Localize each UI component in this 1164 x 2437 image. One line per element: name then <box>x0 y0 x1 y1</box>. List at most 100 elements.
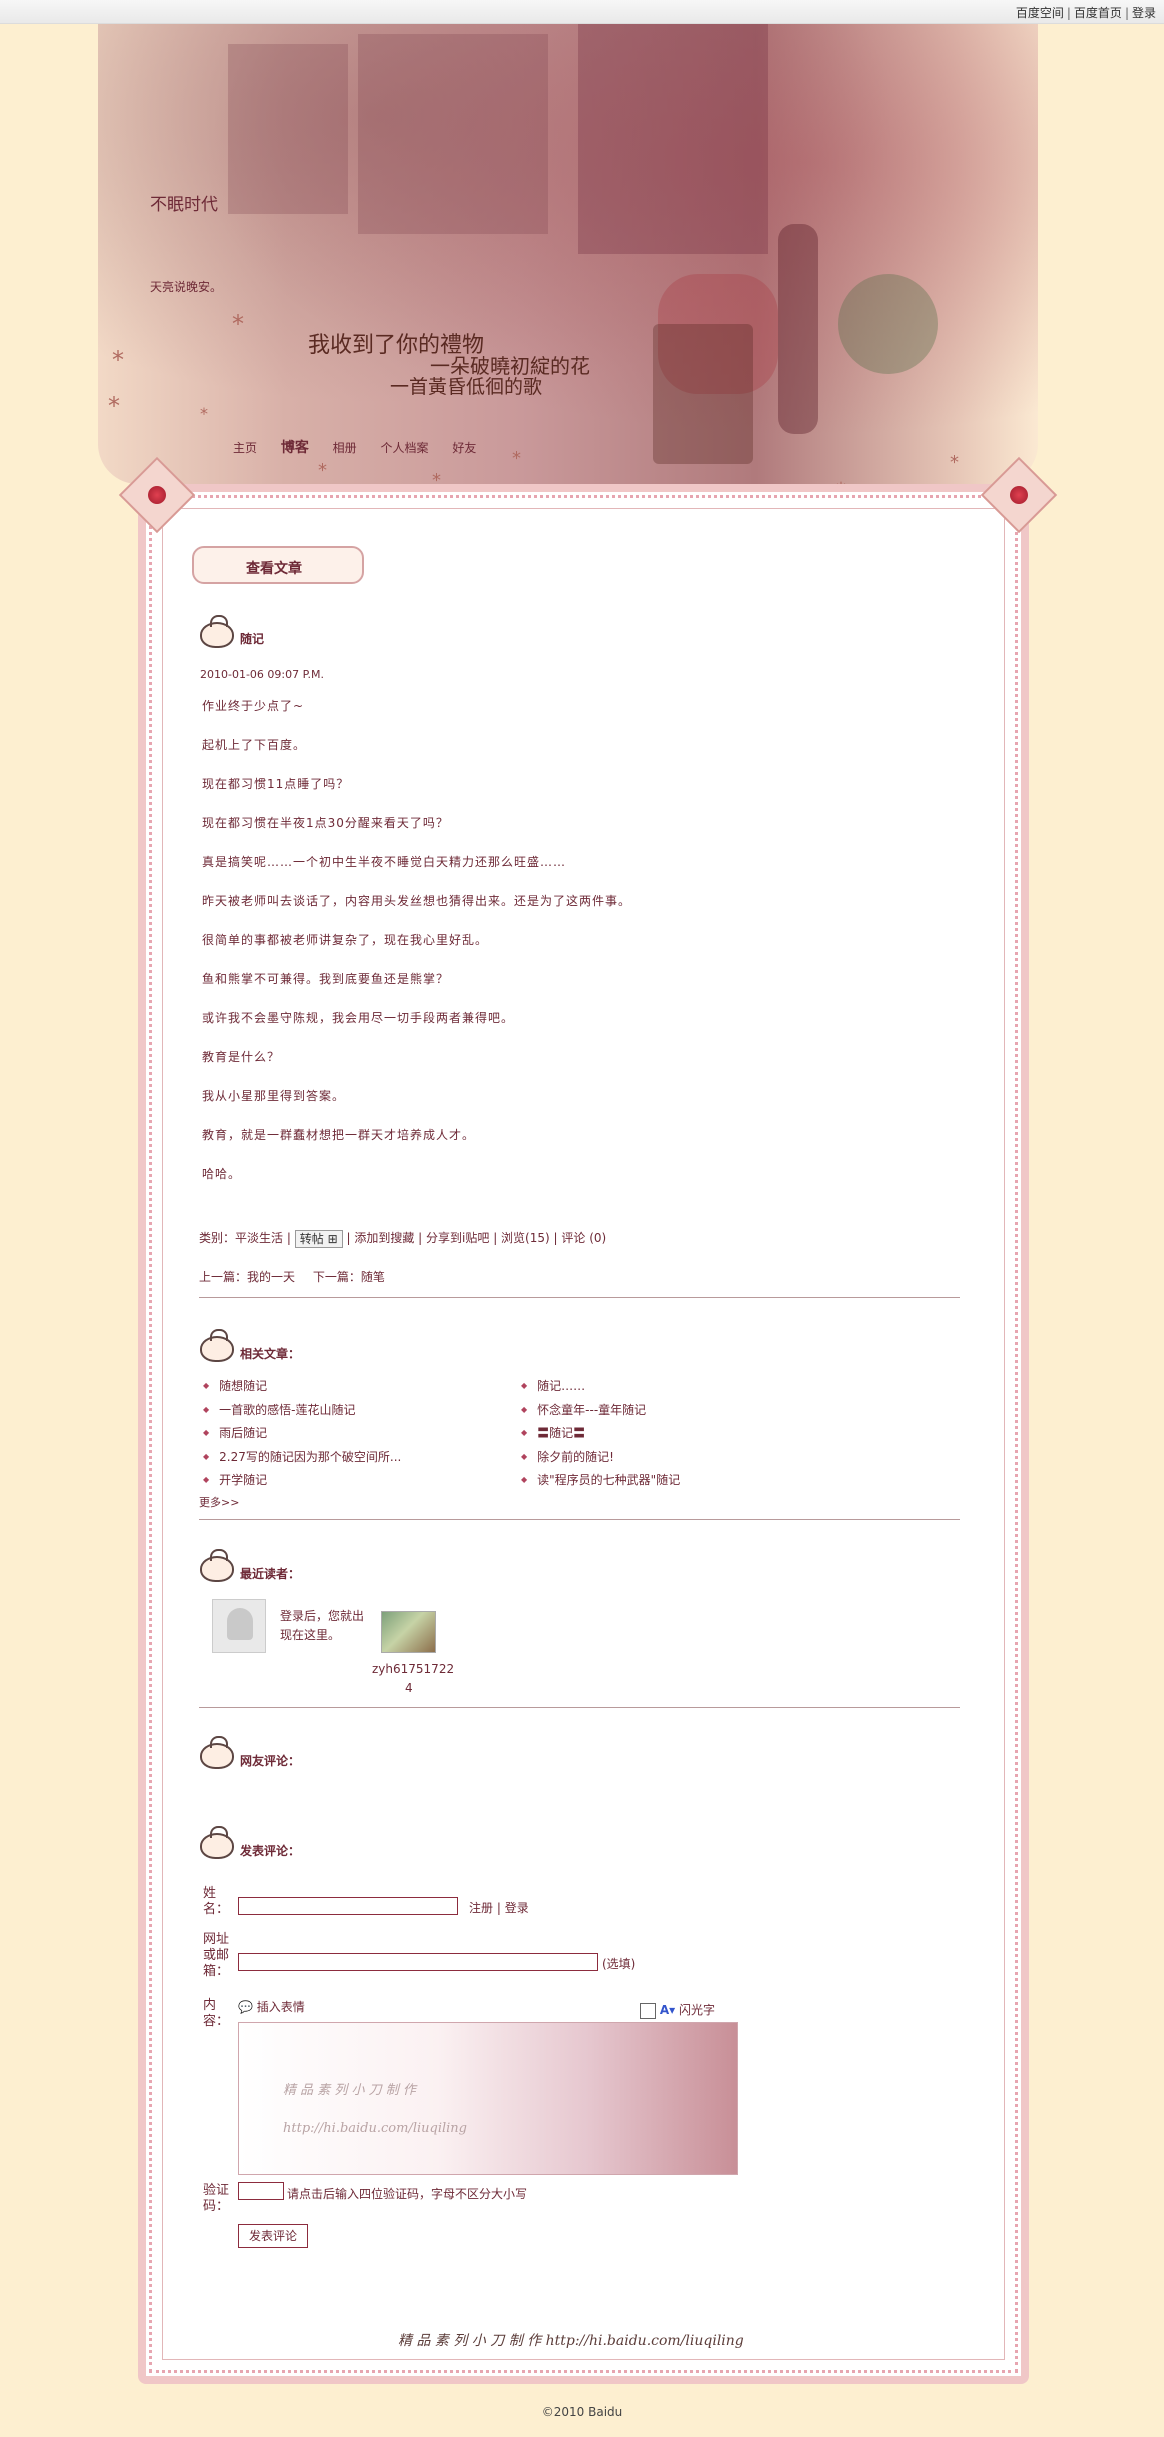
star-decoration: * <box>200 404 208 423</box>
related-more-link[interactable]: 更多>> <box>199 1494 239 1510</box>
blog-subtitle: 天亮说晚安。 <box>150 280 223 294</box>
banner-building-shape <box>358 34 548 234</box>
prev-next-nav: 上一篇：我的一天 下一篇：随笔 <box>199 1270 385 1284</box>
star-decoration: * <box>232 310 244 338</box>
comments-link[interactable]: 评论 (0) <box>561 1231 606 1245</box>
editor-watermark: 精 品 素 列 小 刀 制 作 <box>283 2083 416 2098</box>
share-link[interactable]: 分享到i贴吧 <box>426 1231 489 1245</box>
related-link[interactable]: 随记…… <box>521 1377 585 1394</box>
readers-title: 最近读者： <box>240 1567 301 1581</box>
login-hint: 现在这里。 <box>280 1628 341 1642</box>
comments-title: 网友评论： <box>240 1754 301 1768</box>
article-paragraph: 起机上了下百度。 <box>202 738 307 752</box>
related-title: 相关文章： <box>240 1347 301 1361</box>
article-paragraph: 教育是什么？ <box>202 1050 281 1064</box>
insert-emoji[interactable]: 💬 插入表情 <box>238 1998 305 2015</box>
reader-avatar[interactable] <box>381 1611 436 1653</box>
suitcases-shape <box>653 324 753 464</box>
login-link[interactable]: 登录 <box>1132 6 1156 20</box>
nav-blog[interactable]: 博客 <box>281 440 309 456</box>
blog-title: 不眠时代 <box>150 195 218 215</box>
nav-home[interactable]: 主页 <box>233 441 257 455</box>
star-decoration: * <box>108 392 120 420</box>
related-link[interactable]: 随想随记 <box>203 1377 267 1394</box>
login-hint: 登录后，您就出 <box>280 1609 365 1623</box>
copyright: ©2010 Baidu <box>541 2405 623 2419</box>
reader-name[interactable]: zyh61751722 <box>372 1662 454 1676</box>
related-link[interactable]: 2.27写的随记因为那个破空间所... <box>203 1448 401 1465</box>
prev-article-link[interactable]: 我的一天 <box>247 1270 295 1284</box>
article-paragraph: 真是搞笑呢……一个初中生半夜不睡觉白天精力还那么旺盛…… <box>202 855 567 869</box>
flash-text-tool[interactable]: A▾ 闪光字 <box>640 2001 715 2019</box>
bag-icon <box>200 1736 234 1769</box>
views-count[interactable]: 浏览(15) <box>501 1231 550 1245</box>
article-paragraph: 作业终于少点了~ <box>202 699 305 713</box>
divider <box>199 1297 960 1298</box>
add-bookmark-link[interactable]: 添加到搜藏 <box>354 1231 414 1245</box>
font-color-icon: A▾ <box>659 2003 676 2017</box>
url-input[interactable] <box>238 1953 598 1971</box>
related-link[interactable]: 除夕前的随记! <box>521 1448 614 1465</box>
star-decoration: * <box>318 460 327 481</box>
nav-friends[interactable]: 好友 <box>452 441 476 455</box>
register-login-links: 注册 | 登录 <box>469 1901 529 1915</box>
baidu-home-link[interactable]: 百度首页 <box>1074 6 1122 20</box>
category-link[interactable]: 平淡生活 <box>235 1231 283 1245</box>
editor-watermark: http://hi.baidu.com/liuqiling <box>283 2121 467 2136</box>
view-article-tab: 查看文章 <box>192 546 364 584</box>
form-login-link[interactable]: 登录 <box>505 1901 529 1915</box>
banner-building-shape <box>578 24 768 254</box>
article-paragraph: 我从小星那里得到答案。 <box>202 1089 346 1103</box>
register-link[interactable]: 注册 <box>469 1901 493 1915</box>
reader-name[interactable]: 4 <box>405 1681 413 1695</box>
article-title: 随记 <box>240 632 265 646</box>
captcha-input[interactable] <box>238 2182 284 2200</box>
checkbox-icon[interactable] <box>640 2002 656 2019</box>
article-paragraph: 现在都习惯11点睡了吗？ <box>202 777 350 791</box>
avatar-placeholder <box>212 1599 266 1653</box>
url-label: 网址或邮箱： <box>203 1932 230 1979</box>
speech-bubble-icon: 💬 <box>238 2000 253 2014</box>
related-link[interactable]: 开学随记 <box>203 1471 267 1488</box>
nav-profile[interactable]: 个人档案 <box>381 441 429 455</box>
banner-poem-line-3: 一首黃昏低徊的歌 <box>390 376 543 398</box>
name-label: 姓名： <box>203 1886 230 1917</box>
star-decoration: * <box>112 346 124 374</box>
header-banner <box>98 24 1038 484</box>
content-label: 内容： <box>203 1998 230 2029</box>
article-paragraph: 鱼和熊掌不可兼得。我到底要鱼还是熊掌？ <box>202 972 450 986</box>
divider <box>199 1519 960 1520</box>
bag-icon <box>200 1549 234 1582</box>
banner-building-shape <box>228 44 348 214</box>
star-decoration: * <box>950 452 959 473</box>
submit-comment-button[interactable]: 发表评论 <box>238 2224 308 2248</box>
name-input[interactable] <box>238 1897 458 1915</box>
captcha-hint: 请点击后输入四位验证码，字母不区分大小写 <box>287 2187 528 2201</box>
related-link[interactable]: 〓随记〓 <box>521 1424 585 1441</box>
bag-icon <box>200 615 234 648</box>
article-paragraph: 教育，就是一群蠢材想把一群天才培养成人才。 <box>202 1128 476 1142</box>
post-comment-title: 发表评论： <box>240 1844 301 1858</box>
related-link[interactable]: 雨后随记 <box>203 1424 267 1441</box>
repost-button[interactable]: 转帖 ⊞ <box>294 1229 343 1248</box>
plus-icon: ⊞ <box>327 1231 338 1246</box>
related-link[interactable]: 一首歌的感悟-莲花山随记 <box>203 1401 355 1418</box>
baidu-space-link[interactable]: 百度空间 <box>1016 6 1064 20</box>
related-link[interactable]: 读"程序员的七种武器"随记 <box>521 1471 680 1488</box>
girl-figure-shape <box>778 224 818 434</box>
comment-editor[interactable]: 精 品 素 列 小 刀 制 作 http://hi.baidu.com/liuq… <box>238 2022 738 2175</box>
divider <box>199 1707 960 1708</box>
related-link[interactable]: 怀念童年---童年随记 <box>521 1401 646 1418</box>
captcha-label: 验证码： <box>203 2183 230 2214</box>
view-article-label: 查看文章 <box>246 561 302 577</box>
top-bar: 百度空间 | 百度首页 | 登录 <box>0 0 1164 24</box>
article-paragraph: 现在都习惯在半夜1点30分醒来看天了吗？ <box>202 816 449 830</box>
blog-nav: 主页 博客 相册 个人档案 好友 <box>233 437 496 457</box>
article-date: 2010-01-06 09:07 P.M. <box>200 668 325 681</box>
next-article-link[interactable]: 随笔 <box>361 1270 385 1284</box>
nav-album[interactable]: 相册 <box>333 441 357 455</box>
optional-note: (选填) <box>602 1957 636 1971</box>
article-meta: 类别：平淡生活 | 转帖 ⊞ | 添加到搜藏 | 分享到i贴吧 | 浏览(15)… <box>199 1229 607 1248</box>
footer-signature: 精 品 素 列 小 刀 制 作 http://hi.baidu.com/liuq… <box>398 2333 744 2349</box>
article-paragraph: 或许我不会墨守陈规，我会用尽一切手段两者兼得吧。 <box>202 1011 515 1025</box>
